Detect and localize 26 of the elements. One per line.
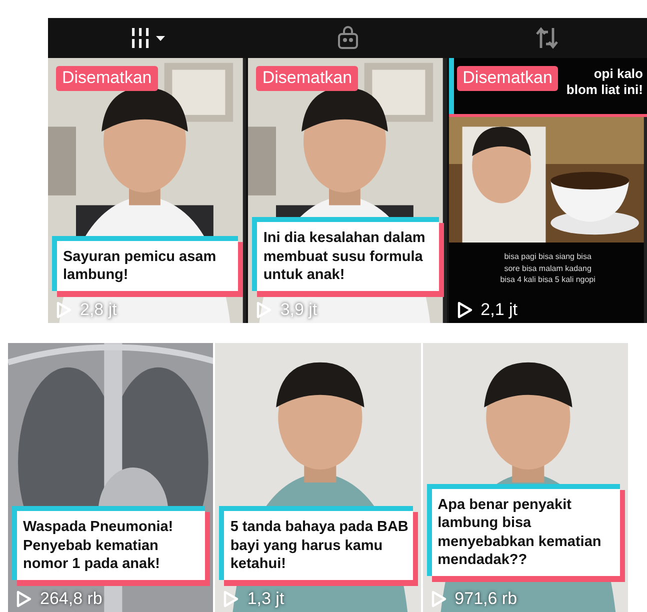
view-count: 264,8 rb (40, 589, 102, 609)
view-count: 2,1 jt (480, 300, 518, 320)
shopping-bag-icon (336, 26, 358, 50)
pinned-badge: Disematkan (456, 66, 558, 91)
caption-text: 5 tanda bahaya pada BAB bayi yang harus kamu ketahui! (230, 518, 407, 574)
view-count: 2,8 jt (80, 300, 117, 320)
pinned-badge: Disematkan (256, 66, 358, 91)
caption-text: blom liat ini! (566, 82, 643, 98)
play-icon (56, 301, 72, 319)
view-count: 1,3 jt (247, 589, 284, 609)
caption-text: Apa benar penyakit lambung bisa menyebabkan kematian mendadak?? (438, 496, 602, 570)
caption-text: Waspada Pneumonia! Penyebab kematian nomor 1 pada anak! (23, 518, 174, 574)
view-count: 3,9 jt (280, 300, 318, 320)
play-icon (223, 590, 240, 608)
play-icon (256, 301, 272, 319)
play-icon (456, 301, 473, 319)
caption-text: Ini dia kesalahan dalam membuat susu formula untuk anak! (263, 229, 426, 285)
caption-text: opi kalo (594, 66, 643, 82)
repost-icon (534, 26, 560, 50)
play-icon (430, 590, 447, 608)
caption-text: Sayuran pemicu asam lambung! (63, 248, 218, 285)
grid-view-icon (130, 27, 166, 49)
play-icon (16, 590, 32, 608)
view-count: 971,6 rb (454, 589, 518, 609)
pinned-badge: Disematkan (56, 66, 158, 91)
subtitle-text: bisa pagi bisa siang bisa sore bisa malam kadang bisa 4 kali bisa 5 kali ngopi (499, 251, 596, 285)
